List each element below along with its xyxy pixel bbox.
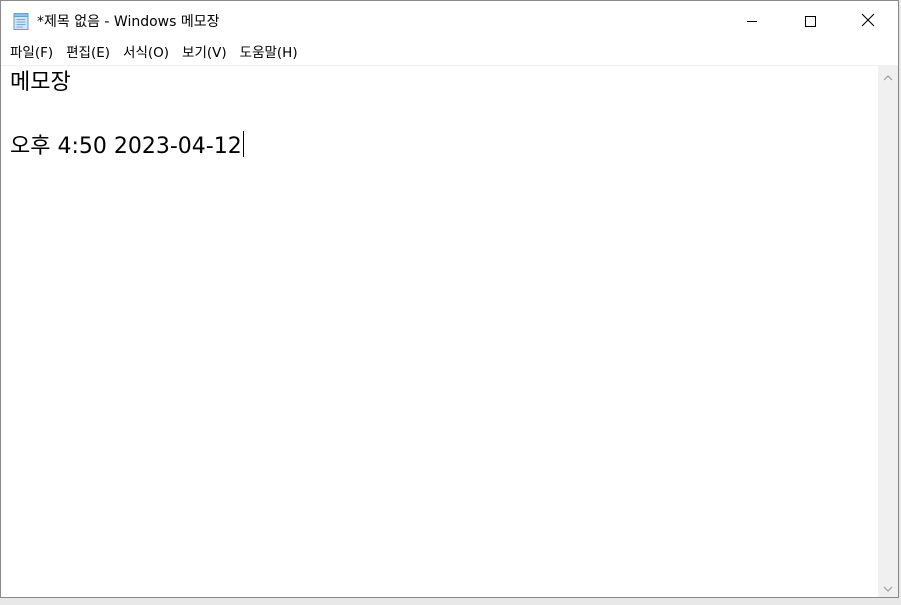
close-button[interactable] (839, 1, 897, 41)
menu-bar: 파일(F) 편집(E) 서식(O) 보기(V) 도움말(H) (1, 41, 898, 65)
maximize-button[interactable] (781, 1, 839, 41)
text-caret (242, 131, 244, 157)
close-icon (861, 12, 875, 31)
scroll-down-button[interactable] (878, 577, 898, 597)
notepad-window: *제목 없음 - Windows 메모장 파일(F) 편집(E) 서식(O) 보… (0, 0, 899, 598)
title-bar[interactable]: *제목 없음 - Windows 메모장 (1, 1, 898, 41)
window-title: *제목 없음 - Windows 메모장 (37, 14, 220, 30)
menu-view[interactable]: 보기(V) (176, 43, 234, 63)
menu-format[interactable]: 서식(O) (117, 43, 176, 63)
minimize-icon (746, 12, 758, 31)
vertical-scrollbar[interactable] (878, 66, 898, 597)
editor-line-3-text: 오후 4:50 2023-04-12 (10, 134, 242, 159)
menu-help[interactable]: 도움말(H) (234, 43, 305, 63)
chevron-up-icon (883, 67, 893, 86)
menu-file[interactable]: 파일(F) (4, 43, 60, 63)
menu-edit[interactable]: 편집(E) (60, 43, 117, 63)
editor-line-3: 오후 4:50 2023-04-12 (10, 131, 244, 162)
minimize-button[interactable] (723, 1, 781, 41)
text-editor[interactable]: 메모장 오후 4:50 2023-04-12 (1, 66, 878, 597)
chevron-down-icon (883, 578, 893, 597)
maximize-icon (804, 12, 816, 31)
scroll-up-button[interactable] (878, 66, 898, 86)
notepad-icon[interactable] (12, 12, 31, 31)
editor-line-1: 메모장 (10, 70, 71, 95)
